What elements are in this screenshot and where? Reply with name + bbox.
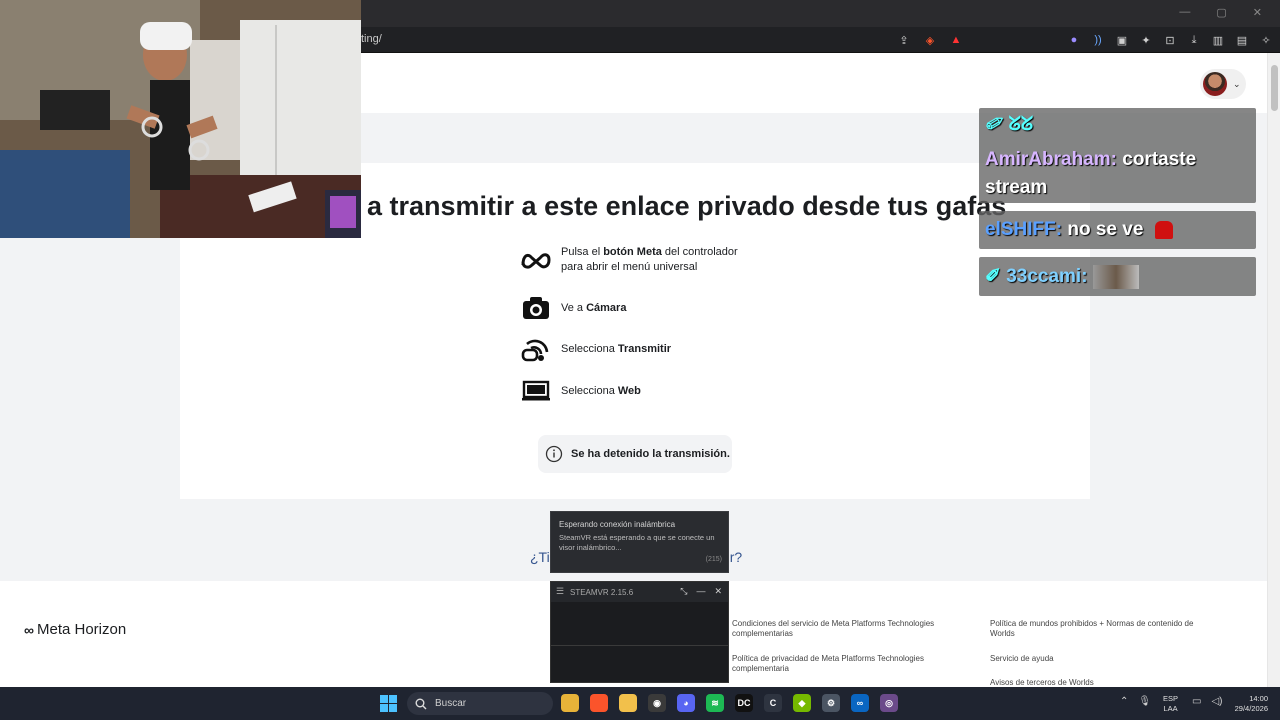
chat-badge-icon: ✐ [985,266,1001,288]
chat-username: AmirAbraham: [985,149,1117,170]
scrollbar-thumb[interactable] [1271,65,1278,111]
step-text: Ve a Cámara [561,301,627,314]
notification-body: SteamVR está esperando a que se conecte … [559,533,715,552]
footer-link-terms[interactable]: Condiciones del servicio de Meta Platfor… [732,619,952,639]
chat-message-text: ✐ 33ccami: [985,265,1139,289]
search-label: Buscar [435,698,467,709]
webcam-overlay [0,0,361,238]
leo-ai-icon[interactable]: ✧ [1258,32,1274,48]
tray-icons: ▭ ◁) [1192,696,1222,707]
screenshot-icon[interactable]: ▣ [1114,32,1130,48]
scrollbar[interactable] [1267,53,1280,687]
network-icon[interactable]: ▭ [1192,696,1201,707]
wallet-panel-icon[interactable]: ▤ [1234,32,1250,48]
download-icon[interactable]: ⤓ [1186,32,1202,48]
siren-emote-icon [1154,220,1173,239]
chat-username: elSHIFF: [985,219,1063,240]
microphone-icon[interactable]: 🎙 [1138,696,1151,707]
face-emote-icon [1092,265,1139,289]
steamvr-notification[interactable]: Esperando conexión inalámbrica SteamVR e… [550,511,729,573]
clock[interactable]: 14:00 29/4/2026 [1226,694,1268,714]
footer-link-privacy[interactable]: Política de privacidad de Meta Platforms… [732,654,952,674]
system-tray: ⌃ 🎙 [1120,696,1151,707]
account-menu[interactable]: ⌄ [1200,69,1246,99]
step-cast: Selecciona Transmitir [520,333,671,365]
settings-icon[interactable]: ⚙ [822,694,840,712]
meta-icon[interactable]: ∞ [851,694,869,712]
minimize-button[interactable]: — [1179,6,1190,19]
maximize-button[interactable]: ▢ [1216,6,1226,19]
c-icon[interactable]: C [764,694,782,712]
step-camera: Ve a Cámara [520,292,626,324]
footer-link-prohibited-worlds[interactable]: Política de mundos prohibidos + Normas d… [990,619,1210,639]
search-icon [415,698,427,709]
capture-icon[interactable]: ⊡ [1162,32,1178,48]
notification-count: (215) [705,556,722,563]
obs-icon[interactable]: ◉ [648,694,666,712]
step-text: Selecciona Transmitir [561,342,672,355]
camera-icon [520,292,552,324]
info-icon [545,445,563,463]
meta-logo-icon [520,244,552,276]
discord-icon[interactable]: ◕ [677,694,695,712]
steamvr-title: STEAMVR 2.15.6 [570,588,634,597]
nvidia-icon[interactable]: ◆ [793,694,811,712]
cast-icon [520,333,552,365]
start-button[interactable] [380,695,397,712]
minimize-button[interactable]: — [696,586,705,597]
extensions-icon[interactable]: ✦ [1138,32,1154,48]
share-icon[interactable]: ⇪ [896,32,912,48]
avatar [1203,72,1227,96]
footer-link-third-party[interactable]: Avisos de terceros de Worlds [990,678,1210,687]
status-text: Se ha detenido la transmisión. [571,448,730,460]
chat-username: 33ccami: [1006,266,1088,288]
divider [551,645,728,646]
steamvr-icon[interactable]: ◎ [880,694,898,712]
chevron-up-icon[interactable]: ⌃ [1120,696,1128,707]
volume-icon[interactable]: ◁) [1211,696,1222,707]
folder-icon[interactable] [619,694,637,712]
status-message: Se ha detenido la transmisión. [538,435,732,473]
meta-logo-icon: ∞ [24,621,34,638]
taskbar-apps: ◉ ◕ ≋ DC C ◆ ⚙ ∞ ◎ [561,694,898,712]
brave-shield-icon[interactable]: ◈ [922,32,938,48]
step-text: Pulsa el botón Meta del controlador para… [561,246,738,273]
file-explorer-icon[interactable] [561,694,579,712]
chevron-down-icon: ⌄ [1233,78,1241,89]
meta-horizon-logo[interactable]: ∞ Meta Horizon [24,621,126,638]
sidebar-icon[interactable]: ▥ [1210,32,1226,48]
page-title: a transmitir a este enlace privado desde… [367,191,1007,221]
notification-title: Esperando conexión inalámbrica [559,520,676,529]
language-indicator[interactable]: ESP LAA [1163,694,1178,714]
laptop-icon [520,375,552,407]
steamvr-window[interactable]: ☰ STEAMVR 2.15.6 ⤡ — ✕ [550,581,729,683]
step-text: Selecciona Web [561,384,641,397]
brave-icon[interactable] [590,694,608,712]
chat-message-text: AmirAbraham: cortaste stream [985,149,1197,198]
chat-message-text: elSHIFF: no se ve [985,219,1173,241]
search-box[interactable]: Buscar [407,692,553,715]
steamvr-title-bar[interactable]: ☰ STEAMVR 2.15.6 ⤡ — ✕ [551,582,728,602]
step-meta-button: Pulsa el botón Meta del controlador para… [520,244,738,276]
vpn-icon[interactable]: ● [1066,32,1082,48]
window-controls: — ▢ ✕ [1179,6,1262,19]
footer-link-help[interactable]: Servicio de ayuda [990,654,1210,664]
brave-rewards-icon[interactable]: ▲ [948,32,964,48]
dc-icon[interactable]: DC [735,694,753,712]
wallet-icon[interactable]: )) [1090,32,1106,48]
close-button[interactable]: ✕ [714,586,722,597]
taskbar: Buscar ◉ ◕ ≋ DC C ◆ ⚙ ∞ ◎ ⌃ 🎙 ESP LAA ▭ ◁) 14:00 2… [0,687,1280,720]
close-button[interactable]: ✕ [1253,6,1262,19]
step-web: Selecciona Web [520,375,641,407]
spotify-icon[interactable]: ≋ [706,694,724,712]
pin-icon[interactable]: ⤡ [680,586,687,597]
menu-icon[interactable]: ☰ [556,586,564,597]
url-field[interactable]: ting/ [361,33,382,45]
chat-badge-icon: ✐ ᘜᘜ [986,114,1034,135]
